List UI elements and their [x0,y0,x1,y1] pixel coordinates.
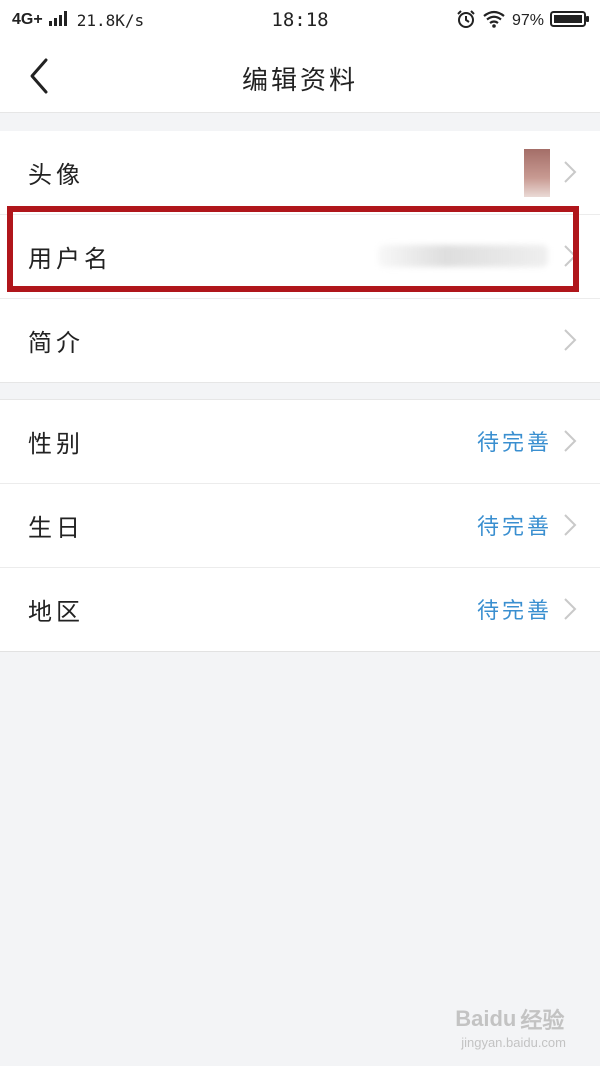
nav-bar: 编辑资料 [0,40,600,113]
username-value-blurred [378,245,548,267]
row-label: 头像 [28,161,84,189]
status-right: 97% [456,9,590,33]
divider [0,651,600,652]
row-label: 地区 [28,598,84,626]
row-value: 待完善 [476,599,552,624]
row-region[interactable]: 地区 待完善 [0,568,600,651]
row-bio[interactable]: 简介 [0,299,600,382]
battery-icon [550,10,590,32]
row-label: 性别 [28,430,84,458]
profile-section-basic: 头像 用户名 简介 [0,131,600,382]
row-gender[interactable]: 性别 待完善 [0,400,600,483]
row-label: 简介 [28,329,84,357]
chevron-right-icon [564,430,577,452]
status-bar: 4G+ 21.8K/s 18:18 97% [0,0,600,40]
chevron-right-icon [564,598,577,620]
watermark-url: jingyan.baidu.com [461,1035,566,1050]
profile-section-details: 性别 待完善 生日 待完善 地区 待完善 [0,400,600,651]
page-title: 编辑资料 [241,66,358,96]
row-birthday[interactable]: 生日 待完善 [0,484,600,567]
alarm-icon [456,9,476,33]
section-gap [0,382,600,400]
row-value: 待完善 [476,515,552,540]
row-value: 待完善 [476,431,552,456]
watermark-brand: Baidu [455,1006,517,1031]
battery-percent: 97% [511,12,544,29]
wifi-icon [482,10,506,32]
row-username[interactable]: 用户名 [0,215,600,298]
row-label: 生日 [28,514,84,542]
chevron-right-icon [564,329,577,351]
avatar [524,149,550,197]
chevron-right-icon [564,161,577,183]
row-label: 用户名 [28,245,112,273]
row-avatar[interactable]: 头像 [0,131,600,214]
watermark: Baidu 经验 jingyan.baidu.com [455,1003,566,1050]
chevron-right-icon [564,245,577,267]
watermark-brand-cn: 经验 [520,1008,565,1033]
chevron-right-icon [564,514,577,536]
